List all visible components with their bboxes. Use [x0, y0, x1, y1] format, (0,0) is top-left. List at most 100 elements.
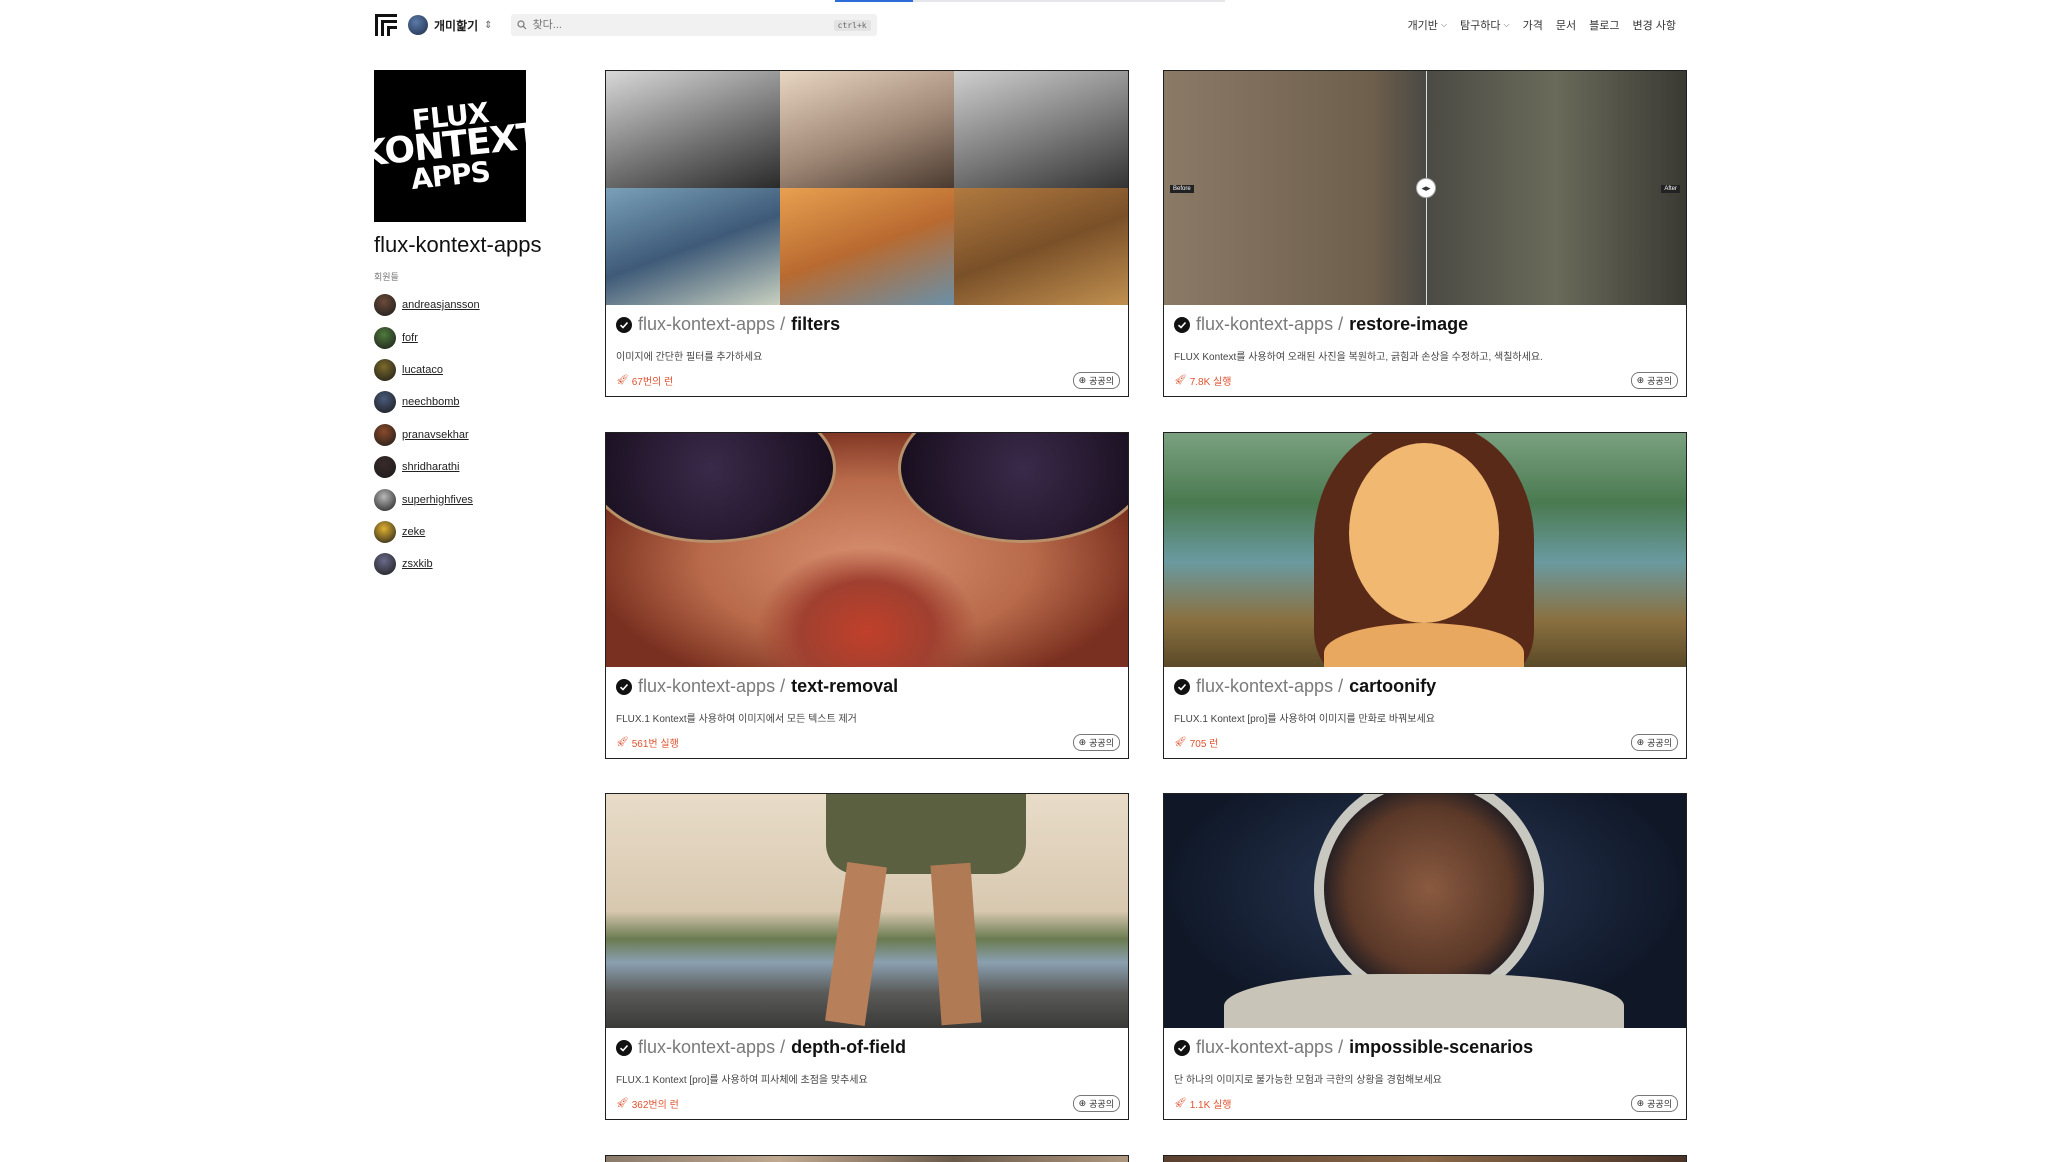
nav-item-label: 가격	[1522, 20, 1543, 32]
visibility-label: 공공의	[1089, 738, 1114, 748]
nav-item-blog[interactable]: 블로그	[1589, 17, 1619, 33]
nav-item-platform[interactable]: 개기반 ⌵	[1408, 17, 1447, 33]
members-label: 회원들	[374, 272, 399, 282]
model-card-filters[interactable]: flux-kontext-apps / filters 이미지에 간단한 필터를…	[605, 70, 1129, 397]
run-count: 🚀︎ 7.8K 실행	[1174, 373, 1231, 388]
member-avatar[interactable]	[374, 391, 396, 414]
model-cover-image	[1164, 794, 1686, 1028]
search-input[interactable]	[532, 19, 828, 31]
model-cover-image	[606, 433, 1128, 667]
model-owner: flux-kontext-apps /	[1196, 676, 1344, 696]
rocket-icon: 🚀︎	[1174, 737, 1187, 748]
verified-badge-icon	[1174, 678, 1190, 695]
member-avatar[interactable]	[374, 456, 396, 479]
model-title[interactable]: flux-kontext-apps / depth-of-field	[616, 1037, 906, 1058]
model-title[interactable]: flux-kontext-apps / filters	[616, 314, 840, 335]
model-cover-image: ◂▸ Before After	[1164, 71, 1686, 305]
run-count-label: 362번의 런	[631, 1100, 679, 1111]
model-card-text-removal[interactable]: flux-kontext-apps / text-removal FLUX.1 …	[605, 432, 1129, 759]
model-slug: impossible-scenarios	[1349, 1037, 1534, 1057]
model-card-partial[interactable]	[605, 1155, 1129, 1162]
member-item: zeke	[374, 516, 574, 548]
globe-icon: ⊕	[1078, 1098, 1087, 1108]
visibility-label: 공공의	[1089, 1099, 1114, 1109]
run-count-label: 705 런	[1189, 739, 1219, 750]
member-link[interactable]: lucataco	[402, 364, 443, 376]
chevron-down-icon: ⌵	[1440, 20, 1448, 29]
run-count-label: 7.8K 실행	[1189, 377, 1232, 388]
model-owner: flux-kontext-apps /	[1196, 1037, 1344, 1057]
model-title[interactable]: flux-kontext-apps / impossible-scenarios	[1174, 1037, 1533, 1058]
nav-item-label: 변경 사항	[1632, 20, 1676, 32]
run-count: 🚀︎ 362번의 런	[616, 1096, 679, 1111]
top-header: 개미핥기 ⇕ ctrl+k 개기반⌵ 탐구하다⌵ 가격 문서 블로그 변경 사항	[374, 10, 1676, 40]
member-link[interactable]: pranavsekhar	[402, 429, 469, 441]
model-description: FLUX.1 Kontext를 사용하여 이미지에서 모든 텍스트 제거	[616, 714, 857, 725]
nav-item-label: 블로그	[1589, 20, 1620, 32]
model-description: 이미지에 간단한 필터를 추가하세요	[616, 352, 763, 363]
member-link[interactable]: zeke	[402, 526, 425, 538]
model-slug: restore-image	[1349, 314, 1469, 334]
member-link[interactable]: andreasjansson	[402, 299, 480, 311]
model-card-partial[interactable]	[1163, 1155, 1687, 1162]
nav-item-changelog[interactable]: 변경 사항	[1632, 17, 1676, 33]
chevron-updown-icon: ⇕	[484, 19, 493, 31]
member-link[interactable]: fofr	[402, 332, 418, 344]
nav-item-label: 탐구하다	[1460, 20, 1501, 32]
member-avatar[interactable]	[374, 520, 396, 543]
member-avatar[interactable]	[374, 294, 396, 317]
members-list: andreasjansson fofr lucataco neechbomb p…	[374, 289, 574, 581]
run-count-label: 1.1K 실행	[1189, 1100, 1232, 1111]
member-link[interactable]: superhighfives	[402, 494, 473, 506]
model-cover-image	[1164, 1156, 1686, 1162]
nav-item-explore[interactable]: 탐구하다 ⌵	[1460, 17, 1510, 33]
verified-badge-icon	[616, 678, 632, 695]
model-card-depth-of-field[interactable]: flux-kontext-apps / depth-of-field FLUX.…	[605, 793, 1129, 1120]
verified-badge-icon	[1174, 316, 1190, 333]
member-item: lucataco	[374, 354, 574, 386]
model-card-cartoonify[interactable]: flux-kontext-apps / cartoonify FLUX.1 Ko…	[1163, 432, 1687, 759]
search-box[interactable]: ctrl+k	[510, 14, 877, 36]
member-avatar[interactable]	[374, 358, 396, 381]
member-avatar[interactable]	[374, 488, 396, 511]
replicate-logo-icon[interactable]	[374, 13, 398, 37]
model-owner: flux-kontext-apps /	[638, 1037, 786, 1057]
model-card-impossible-scenarios[interactable]: flux-kontext-apps / impossible-scenarios…	[1163, 793, 1687, 1120]
visibility-label: 공공의	[1647, 1099, 1672, 1109]
member-avatar[interactable]	[374, 553, 396, 576]
account-name: 개미핥기	[434, 18, 479, 33]
member-item: andreasjansson	[374, 289, 574, 321]
member-link[interactable]: neechbomb	[402, 396, 460, 408]
nav-item-docs[interactable]: 문서	[1556, 17, 1576, 33]
compare-slider-handle[interactable]: ◂▸	[1416, 178, 1436, 198]
member-avatar[interactable]	[374, 326, 396, 349]
account-avatar	[408, 15, 428, 35]
run-count: 🚀︎ 67번의 런	[616, 373, 673, 388]
search-shortcut-hint: ctrl+k	[833, 19, 871, 31]
model-title[interactable]: flux-kontext-apps / restore-image	[1174, 314, 1468, 335]
run-count: 🚀︎ 561번 실행	[616, 735, 679, 750]
globe-icon: ⊕	[1636, 1098, 1645, 1108]
member-item: pranavsekhar	[374, 419, 574, 451]
model-description: FLUX.1 Kontext [pro]를 사용하여 이미지를 만화로 바꿔보세…	[1174, 714, 1435, 725]
globe-icon: ⊕	[1636, 375, 1645, 385]
page-load-progress	[835, 0, 1225, 2]
member-link[interactable]: shridharathi	[402, 461, 459, 473]
org-logo-line: APPS	[408, 154, 491, 196]
rocket-icon: 🚀︎	[616, 375, 629, 386]
model-card-restore-image[interactable]: ◂▸ Before After flux-kontext-apps / rest…	[1163, 70, 1687, 397]
member-link[interactable]: zsxkib	[402, 558, 433, 570]
run-count: 🚀︎ 1.1K 실행	[1174, 1096, 1231, 1111]
model-title[interactable]: flux-kontext-apps / text-removal	[616, 676, 898, 697]
chevron-down-icon: ⌵	[1503, 20, 1510, 29]
nav-item-pricing[interactable]: 가격	[1523, 17, 1543, 33]
org-sidebar: FLUX KONTEXT APPS flux-kontext-apps 회원들 …	[358, 70, 574, 581]
model-title[interactable]: flux-kontext-apps / cartoonify	[1174, 676, 1436, 697]
visibility-label: 공공의	[1089, 376, 1114, 386]
rocket-icon: 🚀︎	[616, 1098, 629, 1109]
model-slug: text-removal	[791, 676, 899, 696]
account-switcher[interactable]: 개미핥기 ⇕	[408, 15, 493, 35]
rocket-icon: 🚀︎	[616, 737, 629, 748]
member-avatar[interactable]	[374, 423, 396, 446]
member-item: neechbomb	[374, 386, 574, 418]
